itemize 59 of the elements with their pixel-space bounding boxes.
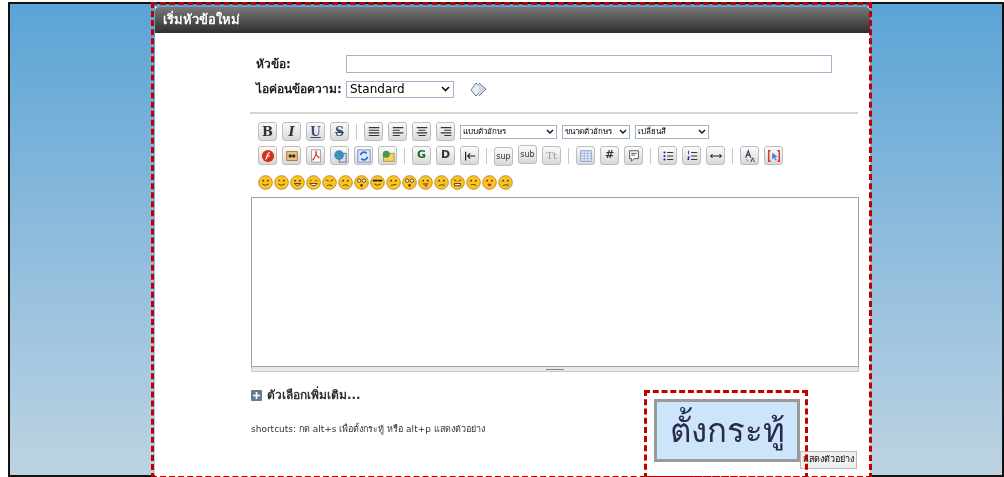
toolbar-button[interactable]: [658, 146, 677, 165]
cursor-icon: [766, 148, 781, 163]
flash-icon: [260, 148, 275, 163]
smiley-icon[interactable]: [354, 174, 369, 190]
justify-icon: [366, 124, 381, 139]
smiley-icon[interactable]: [290, 174, 305, 190]
toolbar-dropdown[interactable]: แบบตัวอักษร: [460, 124, 557, 139]
expand-icon[interactable]: [251, 389, 262, 401]
italic-button[interactable]: I: [282, 122, 301, 141]
toolbar-dropdown[interactable]: ขนาดตัวอักษร: [562, 124, 630, 139]
superscript-button[interactable]: sup: [494, 147, 513, 166]
field-label: ไอค่อนข้อความ:: [256, 81, 343, 98]
toolbar-button[interactable]: [412, 122, 431, 141]
underline-button[interactable]: U: [306, 122, 325, 141]
chevron-icon: [619, 129, 627, 134]
smiley-icon[interactable]: [450, 174, 465, 190]
chevron-icon: [546, 129, 554, 134]
smiley-icon[interactable]: [306, 174, 321, 190]
align-center-icon: [414, 124, 429, 139]
bold-button[interactable]: B: [258, 122, 277, 141]
globe-icon: [332, 148, 347, 163]
message-field[interactable]: [251, 197, 859, 367]
quote-icon: [626, 148, 641, 163]
smiley-icon[interactable]: [402, 174, 417, 190]
chevron-icon: [698, 129, 706, 134]
diamond-icon[interactable]: [470, 80, 487, 98]
case-change-icon: [742, 148, 757, 163]
submit-button[interactable]: ตั้งกระทู้: [654, 399, 800, 462]
toolbar-button[interactable]: D: [436, 146, 455, 165]
toolbar-button[interactable]: [460, 146, 479, 165]
subject-field[interactable]: [346, 55, 832, 73]
toolbar-button[interactable]: G: [412, 146, 431, 165]
toolbar-button[interactable]: [364, 122, 383, 141]
numbered-list-icon: [684, 148, 699, 163]
panel-title: เริ่มหัวข้อใหม่: [163, 10, 240, 30]
bulleted-list-icon: [660, 148, 675, 163]
toolbar-button[interactable]: [436, 122, 455, 141]
align-left-icon: [390, 124, 405, 139]
folder-icon: [380, 148, 395, 163]
refresh-icon: [356, 148, 371, 163]
field-label: หัวข้อ:: [256, 56, 292, 73]
strikethrough-button[interactable]: S: [330, 122, 349, 141]
toolbar-button[interactable]: #: [600, 146, 619, 165]
toolbar-button[interactable]: [740, 146, 759, 165]
shortcuts-hint: shortcuts: กด alt+s เพื่อตั้งกระทู้ หรือ alt+p แสดงตัวอย่าง: [251, 423, 486, 437]
table-icon: [578, 148, 593, 163]
preview-button[interactable]: แสดงตัวอย่าง: [800, 450, 857, 469]
image-icon: [284, 148, 299, 163]
toolbar-dropdown[interactable]: เปลี่ยนสี: [635, 124, 709, 139]
align-right-icon: [438, 124, 453, 139]
toolbar-button[interactable]: [388, 122, 407, 141]
smiley-icon[interactable]: [370, 174, 385, 190]
pdf-icon: [308, 148, 323, 163]
chevron-icon: [441, 86, 450, 92]
icon-dropdown[interactable]: Standard: [346, 80, 454, 98]
toolbar-button[interactable]: [282, 146, 301, 165]
subscript-button[interactable]: sub: [518, 145, 537, 164]
toolbar-button[interactable]: [682, 146, 701, 165]
more-options-link[interactable]: ตัวเลือกเพิ่มเติม...: [267, 386, 361, 404]
